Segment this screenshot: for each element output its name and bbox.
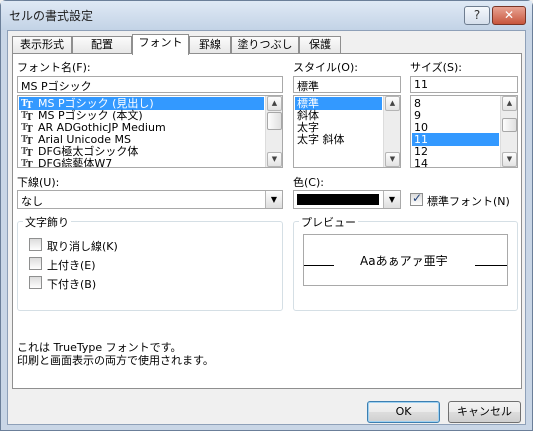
- scroll-down-icon[interactable]: ▼: [267, 152, 282, 167]
- font-name-input[interactable]: MS Pゴシック: [17, 76, 283, 93]
- tab-number-format[interactable]: 表示形式: [12, 36, 72, 54]
- scroll-thumb[interactable]: [267, 112, 282, 130]
- font-name-list[interactable]: T T MS Pゴシック (見出し) T T MS Pゴシック (本文) T T AR AD…: [17, 95, 283, 168]
- truetype-icon: TT: [21, 109, 34, 120]
- strikethrough-checkbox[interactable]: [29, 238, 42, 251]
- font-tab-panel: フォント名(F): MS Pゴシック T T MS Pゴシック (見出し) T T MS…: [12, 53, 522, 389]
- tab-fill[interactable]: 塗りつぶし: [231, 36, 299, 54]
- truetype-icon: TT: [21, 145, 34, 156]
- size-list[interactable]: 8 9 10 11 12 14 ▲ ▼: [410, 95, 518, 168]
- size-label: サイズ(S):: [410, 61, 462, 74]
- svg-text:T: T: [26, 149, 33, 156]
- tab-alignment[interactable]: 配置: [72, 36, 132, 54]
- truetype-icon: TT: [21, 133, 34, 144]
- style-list-scrollbar[interactable]: ▲ ▼: [383, 96, 400, 167]
- superscript-checkbox[interactable]: [29, 257, 42, 270]
- style-list[interactable]: 標準 斜体 太字 太字 斜体 ▲ ▼: [293, 95, 401, 168]
- preview-sample-text: Aaあぁアァ亜宇: [360, 254, 448, 268]
- truetype-icon: TT: [21, 97, 34, 108]
- underline-select[interactable]: なし ▼: [17, 190, 283, 209]
- chevron-down-icon[interactable]: ▼: [265, 191, 282, 208]
- tab-font[interactable]: フォント: [132, 34, 189, 55]
- font-name-label: フォント名(F):: [17, 61, 91, 74]
- close-button[interactable]: ✕: [492, 6, 526, 25]
- svg-text:T: T: [26, 113, 33, 120]
- tab-protection[interactable]: 保護: [299, 36, 341, 54]
- subscript-label: 下付き(B): [47, 278, 97, 291]
- scroll-down-icon[interactable]: ▼: [502, 152, 517, 167]
- style-label: スタイル(O):: [293, 61, 358, 74]
- size-input[interactable]: 11: [410, 76, 518, 93]
- underline-value: なし: [21, 195, 43, 208]
- title-bar: セルの書式設定 ? ✕: [1, 1, 532, 30]
- preview-baseline-right: [475, 265, 507, 266]
- standard-font-label: 標準フォント(N): [427, 195, 510, 208]
- style-list-item[interactable]: 太字 斜体: [295, 133, 382, 146]
- preview-group-title: プレビュー: [299, 214, 358, 230]
- font-list-scrollbar[interactable]: ▲ ▼: [265, 96, 282, 167]
- dialog-window: セルの書式設定 ? ✕ 表示形式 配置 フォント 罫線 塗りつぶし 保護 フォン…: [0, 0, 533, 431]
- ok-button[interactable]: OK: [367, 401, 440, 423]
- color-swatch: [297, 194, 379, 205]
- svg-text:T: T: [26, 101, 33, 108]
- truetype-icon: TT: [21, 157, 34, 168]
- subscript-checkbox[interactable]: [29, 276, 42, 289]
- preview-baseline-left: [304, 265, 334, 266]
- chevron-down-icon[interactable]: ▼: [383, 191, 400, 208]
- standard-font-checkbox[interactable]: [410, 191, 423, 206]
- font-list-item-label: DFG綜藝体W7: [38, 157, 113, 168]
- svg-text:T: T: [26, 161, 33, 168]
- scroll-down-icon[interactable]: ▼: [385, 152, 400, 167]
- description-line-2: 印刷と画面表示の両方で使用されます。: [17, 354, 214, 367]
- svg-text:T: T: [26, 125, 33, 132]
- style-input[interactable]: 標準: [293, 76, 401, 93]
- size-list-scrollbar[interactable]: ▲ ▼: [500, 96, 517, 167]
- scroll-thumb[interactable]: [502, 118, 517, 132]
- dialog-body: 表示形式 配置 フォント 罫線 塗りつぶし 保護 フォント名(F): MS Pゴ…: [7, 30, 526, 425]
- color-select[interactable]: ▼: [293, 190, 401, 209]
- underline-label: 下線(U):: [17, 176, 60, 189]
- scroll-up-icon[interactable]: ▲: [385, 96, 400, 111]
- truetype-icon: TT: [21, 121, 34, 132]
- help-button[interactable]: ?: [464, 6, 490, 25]
- effects-group-title: 文字飾り: [23, 214, 71, 230]
- cancel-button[interactable]: キャンセル: [448, 401, 521, 423]
- scroll-up-icon[interactable]: ▲: [267, 96, 282, 111]
- size-list-item[interactable]: 14: [412, 157, 499, 167]
- tab-border[interactable]: 罫線: [189, 36, 231, 54]
- color-label: 色(C):: [293, 176, 324, 189]
- strikethrough-label: 取り消し線(K): [47, 240, 118, 253]
- svg-text:T: T: [26, 137, 33, 144]
- font-list-item[interactable]: T T DFG綜藝体W7: [19, 157, 264, 168]
- scroll-up-icon[interactable]: ▲: [502, 96, 517, 111]
- dialog-title: セルの書式設定: [9, 9, 94, 23]
- preview-box: Aaあぁアァ亜宇: [303, 234, 508, 286]
- superscript-label: 上付き(E): [47, 259, 96, 272]
